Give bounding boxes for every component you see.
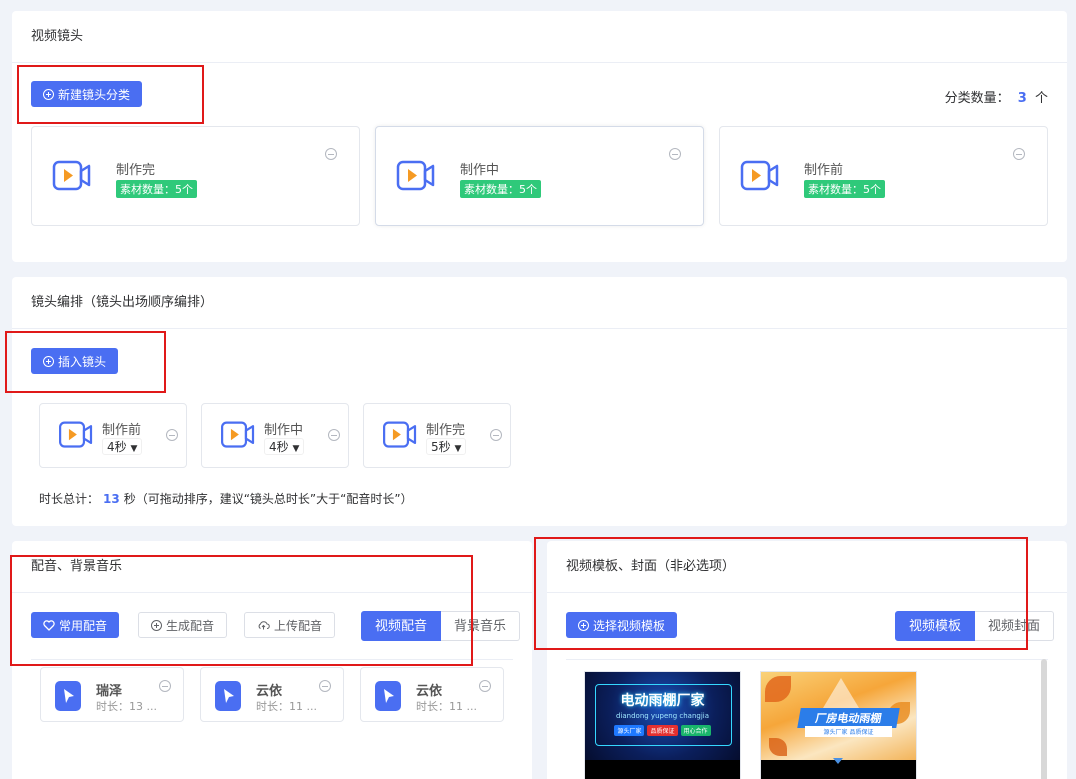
duration-select[interactable]: 4秒 ▼ — [102, 438, 143, 455]
video-camera-icon — [59, 421, 93, 448]
new-category-button[interactable]: 新建镜头分类 — [31, 81, 143, 107]
thumbnail-pinyin: diandong yupeng changjia — [615, 712, 709, 720]
remove-icon[interactable] — [669, 148, 681, 160]
remove-icon[interactable] — [490, 429, 502, 441]
voice-duration: 时长：11 ... — [256, 700, 317, 713]
divider — [31, 659, 513, 660]
remove-icon[interactable] — [166, 429, 178, 441]
remove-icon[interactable] — [159, 680, 171, 692]
template-thumbnail: 电动雨棚厂家 diandong yupeng changjia 源头厂家 品质保… — [585, 672, 740, 760]
voice-file-icon — [55, 681, 81, 711]
plus-circle-icon — [43, 88, 54, 100]
voice-duration: 时长：11 ... — [416, 700, 477, 713]
tab-video-cover[interactable]: 视频封面 — [975, 611, 1055, 641]
arrangement-title: 镜头编排（镜头出场顺序编排） — [12, 277, 1067, 329]
remove-icon[interactable] — [1013, 148, 1025, 160]
voice-name: 云依 — [416, 684, 443, 699]
total-duration: 时长总计： 13 秒（可拖动排序，建议“镜头总时长”大于“配音时长”） — [39, 492, 413, 506]
category-card[interactable]: 制作中 素材数量：5个 — [375, 126, 704, 226]
category-name: 制作完 — [116, 163, 156, 178]
thumbnail-title: 厂房电动雨棚 — [797, 708, 900, 728]
shot-name: 制作前 — [102, 423, 142, 438]
tab-background-music[interactable]: 背景音乐 — [441, 611, 521, 641]
caret-down-icon: ▼ — [130, 444, 138, 454]
plus-circle-icon — [43, 355, 54, 367]
voice-file-icon — [375, 681, 401, 711]
template-title: 视频模板、封面（非必选项） — [547, 541, 1067, 593]
template-card[interactable]: 电动雨棚厂家 diandong yupeng changjia 源头厂家 品质保… — [584, 671, 741, 779]
shot-card[interactable]: 制作完 5秒 ▼ — [363, 403, 511, 468]
material-count-badge: 素材数量：5个 — [116, 180, 197, 198]
leaf-decoration — [765, 676, 791, 702]
remove-icon[interactable] — [328, 429, 340, 441]
duration-select[interactable]: 4秒 ▼ — [264, 438, 305, 455]
leaf-decoration — [769, 738, 787, 756]
thumbnail-triangle — [823, 678, 859, 708]
category-name: 制作前 — [804, 163, 844, 178]
arrangement-panel: 镜头编排（镜头出场顺序编排） 插入镜头 制作前 4秒 ▼ 制作中 4秒 ▼ 制作… — [12, 277, 1067, 526]
heart-icon — [43, 619, 55, 631]
video-camera-icon — [52, 160, 91, 191]
voice-name: 瑞泽 — [96, 684, 123, 699]
scrollbar[interactable] — [1041, 659, 1047, 779]
voice-card[interactable]: 云依 时长：11 ... — [200, 667, 344, 722]
tab-video-voice[interactable]: 视频配音 — [361, 611, 442, 641]
shot-card[interactable]: 制作前 4秒 ▼ — [39, 403, 187, 468]
template-card[interactable]: 厂房电动雨棚 源头厂家 品质保证 — [760, 671, 917, 779]
upload-voice-button[interactable]: 上传配音 — [244, 612, 336, 638]
video-camera-icon — [221, 421, 255, 448]
category-name: 制作中 — [460, 163, 500, 178]
common-voice-button[interactable]: 常用配音 — [31, 612, 120, 638]
duration-select[interactable]: 5秒 ▼ — [426, 438, 467, 455]
voice-card[interactable]: 瑞泽 时长：13 ... — [40, 667, 184, 722]
template-tabs: 视频模板 视频封面 — [895, 611, 1055, 641]
video-camera-icon — [740, 160, 779, 191]
thumbnail-subtitle: 源头厂家 品质保证 — [805, 726, 892, 737]
shot-card[interactable]: 制作中 4秒 ▼ — [201, 403, 349, 468]
plus-circle-icon — [151, 619, 162, 631]
audio-title: 配音、背景音乐 — [12, 541, 532, 593]
plus-circle-icon — [578, 619, 589, 631]
insert-shot-button[interactable]: 插入镜头 — [31, 348, 119, 374]
caret-down-icon: ▼ — [454, 444, 462, 454]
voice-duration: 时长：13 ... — [96, 700, 157, 713]
voice-file-icon — [215, 681, 241, 711]
category-count: 分类数量： 3 个 — [944, 91, 1048, 106]
video-shots-panel: 视频镜头 新建镜头分类 分类数量： 3 个 制作完 素材数量：5个 制作中 素材… — [12, 11, 1067, 262]
video-camera-icon — [383, 421, 417, 448]
shot-name: 制作完 — [426, 423, 466, 438]
thumbnail-tags: 源头厂家 品质保证 用心合作 — [585, 725, 740, 736]
category-card[interactable]: 制作前 素材数量：5个 — [719, 126, 1048, 226]
down-arrow-icon — [833, 758, 843, 764]
cloud-upload-icon — [258, 620, 270, 629]
remove-icon[interactable] — [325, 148, 337, 160]
material-count-badge: 素材数量：5个 — [804, 180, 885, 198]
voice-card[interactable]: 云依 时长：11 ... — [360, 667, 504, 722]
remove-icon[interactable] — [319, 680, 331, 692]
thumbnail-title: 电动雨棚厂家 — [620, 693, 705, 709]
select-template-button[interactable]: 选择视频模板 — [566, 612, 678, 638]
video-shots-title: 视频镜头 — [12, 11, 1067, 63]
divider — [566, 659, 1048, 660]
tab-video-template[interactable]: 视频模板 — [895, 611, 976, 641]
video-camera-icon — [396, 160, 435, 191]
template-thumbnail: 厂房电动雨棚 源头厂家 品质保证 — [761, 672, 916, 760]
voice-name: 云依 — [256, 684, 283, 699]
remove-icon[interactable] — [479, 680, 491, 692]
category-card[interactable]: 制作完 素材数量：5个 — [31, 126, 360, 226]
caret-down-icon: ▼ — [292, 444, 300, 454]
audio-tabs: 视频配音 背景音乐 — [361, 611, 521, 641]
shot-name: 制作中 — [264, 423, 304, 438]
audio-panel: 配音、背景音乐 常用配音 生成配音 上传配音 视频配音 背景音乐 瑞泽 时长：1… — [12, 541, 532, 779]
generate-voice-button[interactable]: 生成配音 — [138, 612, 228, 638]
material-count-badge: 素材数量：5个 — [460, 180, 541, 198]
template-panel: 视频模板、封面（非必选项） 选择视频模板 视频模板 视频封面 电动雨棚厂家 di… — [547, 541, 1067, 779]
